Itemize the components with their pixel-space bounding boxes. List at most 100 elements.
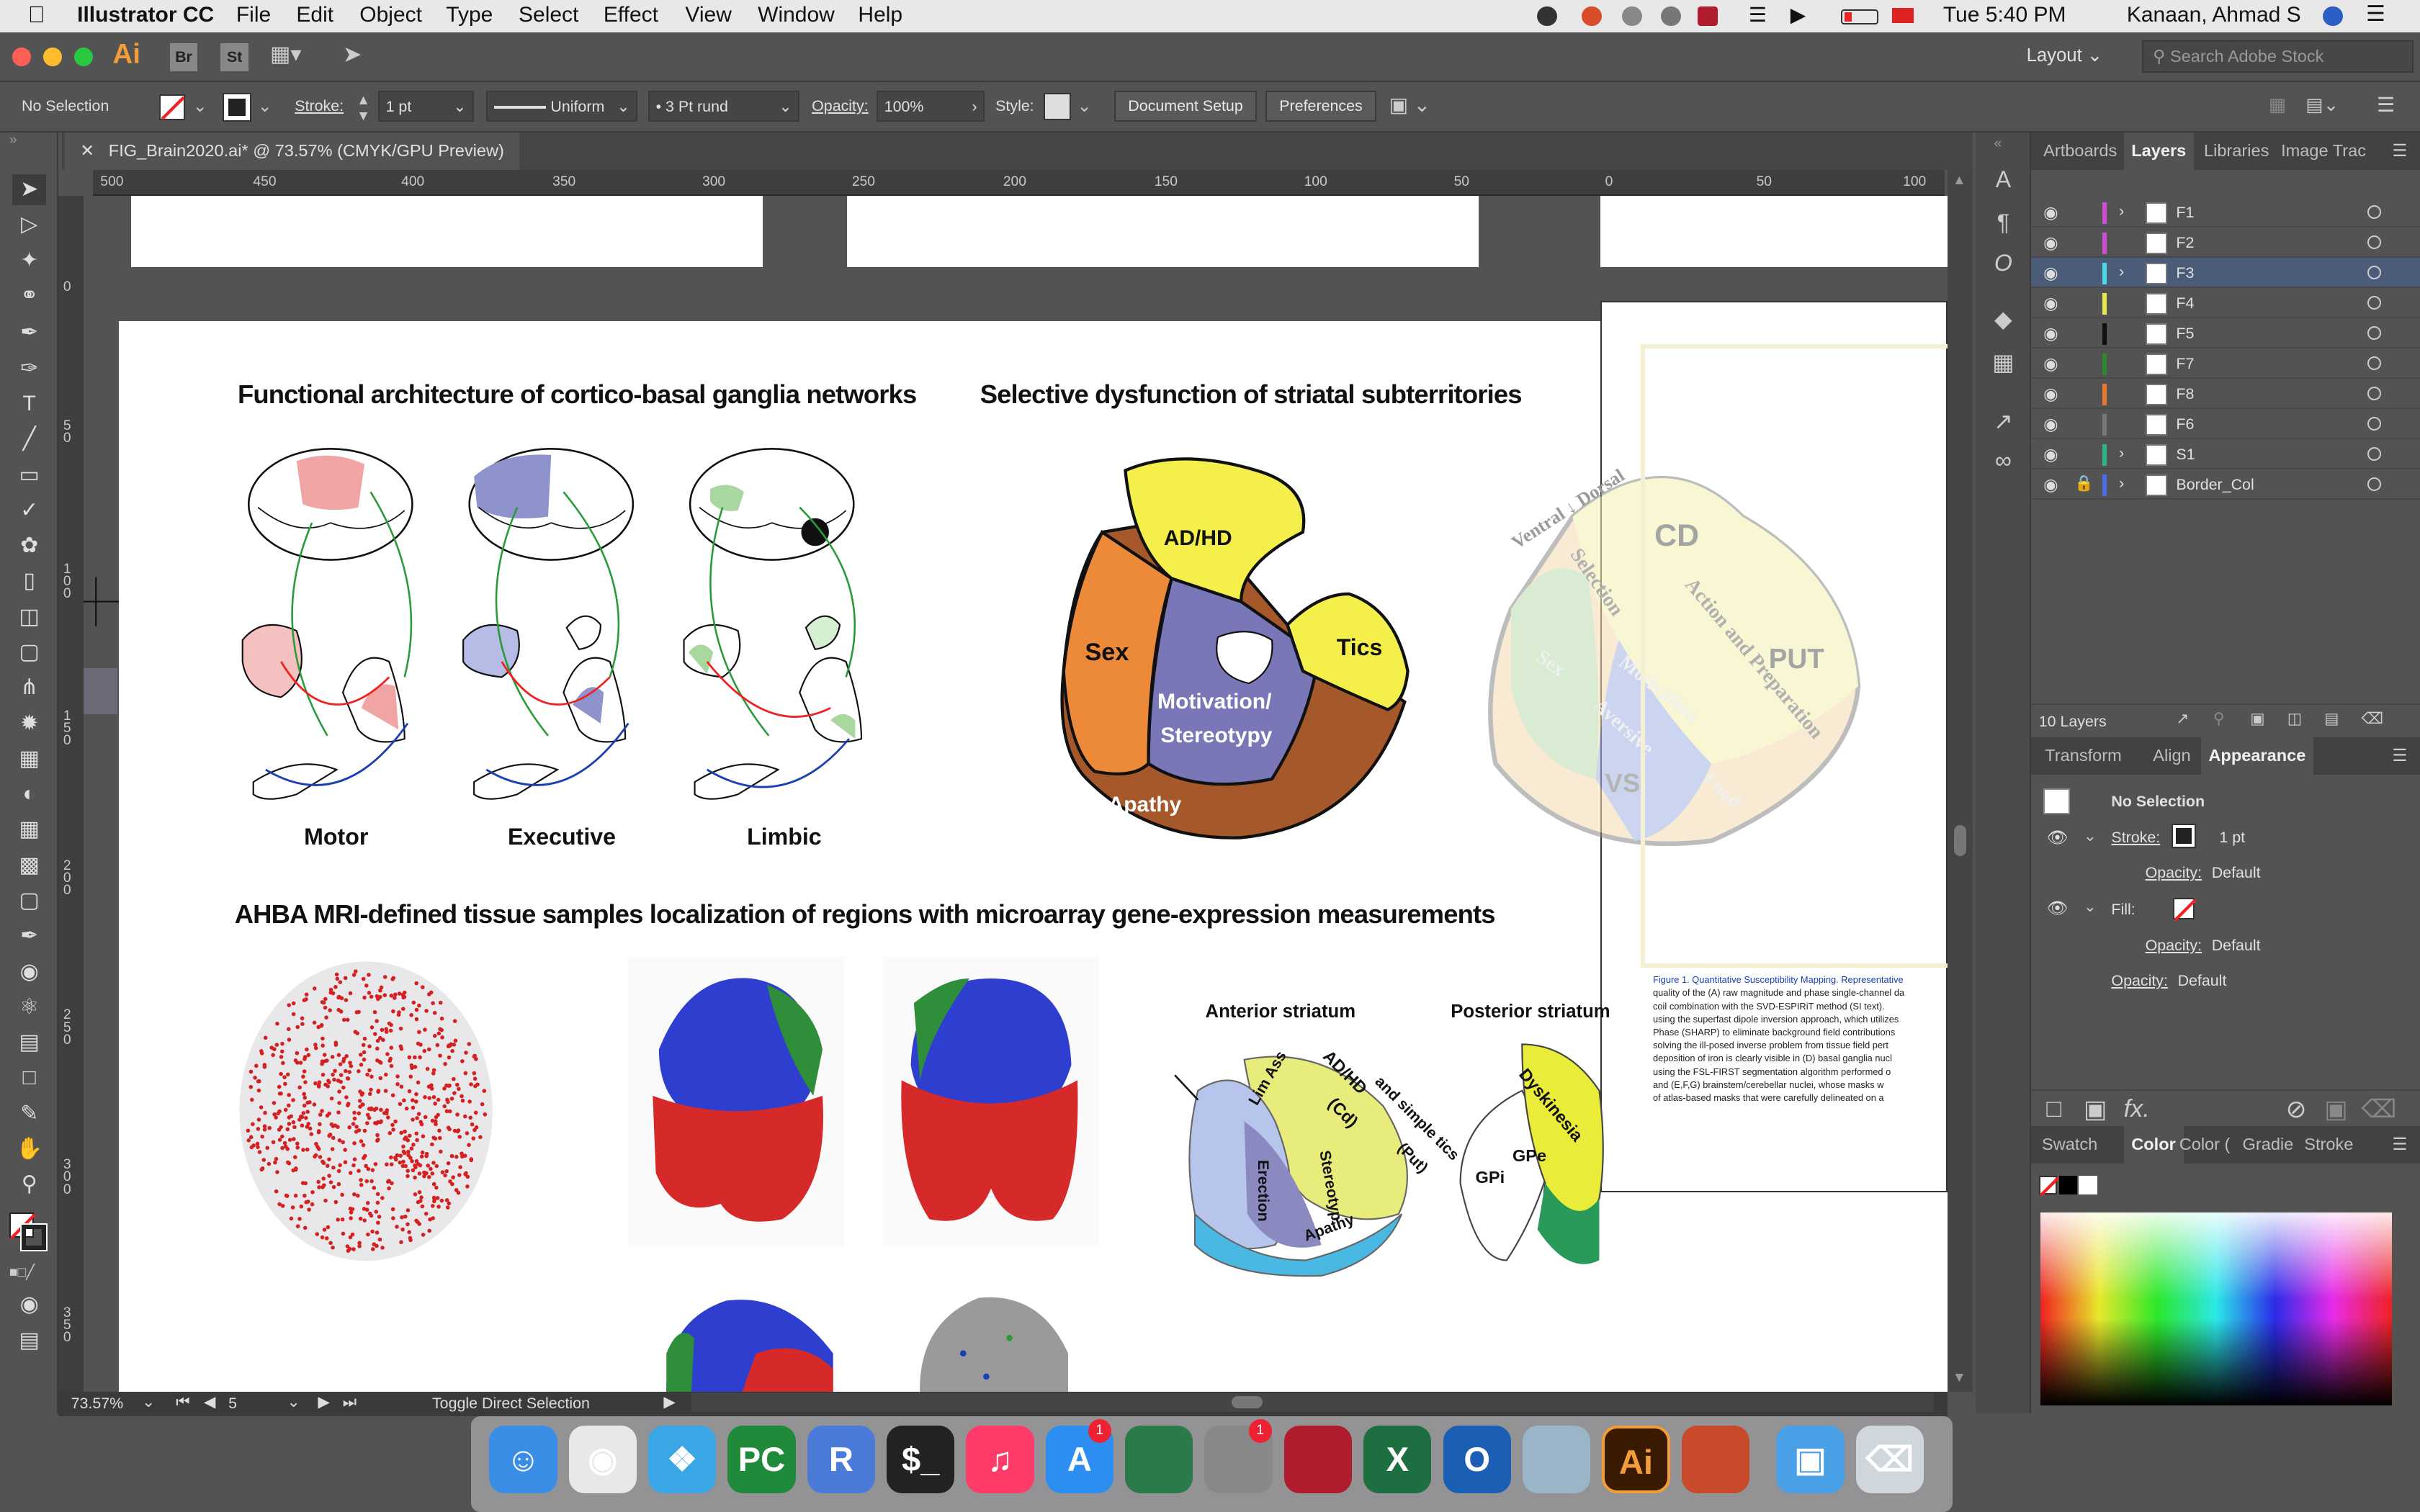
paintbrush-tool-icon[interactable]: ✓ <box>12 495 46 526</box>
tab-swatches[interactable]: Swatch <box>2034 1126 2105 1163</box>
stroke-dropdown-icon[interactable]: ⌄ <box>258 96 272 116</box>
label-tics[interactable]: Tics <box>1337 634 1383 661</box>
screen-mode-icon[interactable]: ▤ <box>12 1326 46 1356</box>
layer-name[interactable]: S1 <box>2176 446 2195 464</box>
lock-icon[interactable]: 🔒 <box>2074 474 2094 492</box>
gpu-performance-icon[interactable]: ➤ <box>343 40 362 68</box>
label-motor[interactable]: Motor <box>304 824 368 850</box>
shape-builder-tool-icon[interactable]: ◐ <box>12 779 46 810</box>
chrome-dock-icon[interactable]: ◉ <box>568 1425 637 1494</box>
slice-tool-icon[interactable]: ✎ <box>12 1099 46 1130</box>
brain-dock-icon[interactable] <box>1681 1425 1749 1494</box>
target-icon[interactable] <box>2367 446 2382 462</box>
appearance-fill-swatch[interactable] <box>2173 898 2197 922</box>
trash-dock-icon[interactable]: ⌫ <box>1855 1425 1924 1494</box>
flag-icon[interactable] <box>1892 7 1914 24</box>
striatum-render-1[interactable] <box>628 956 845 1247</box>
stroke-label[interactable]: Stroke: <box>295 97 344 115</box>
magic-wand-tool-icon[interactable]: ✦ <box>12 246 46 276</box>
label-adhd[interactable]: AD/HD <box>1164 526 1232 551</box>
tissue-sample-scatter[interactable] <box>235 957 497 1266</box>
tab-layers[interactable]: Layers <box>2123 132 2194 170</box>
figure-caption[interactable]: Figure 1. Quantitative Susceptibility Ma… <box>1653 973 1946 1104</box>
eraser-tool-icon[interactable]: ▯ <box>12 566 46 597</box>
label-limbic[interactable]: Limbic <box>747 824 822 850</box>
new-layer-icon[interactable]: ▤ <box>2324 710 2339 728</box>
layer-name[interactable]: F8 <box>2176 385 2194 403</box>
zoom-dropdown-icon[interactable]: ⌄ <box>142 1393 155 1411</box>
visibility-eye-icon[interactable]: ◉ <box>2043 384 2065 404</box>
artboard-top-2[interactable] <box>847 196 1479 267</box>
figure-title-3[interactable]: AHBA MRI-defined tissue samples localiza… <box>235 899 1496 930</box>
label-executive[interactable]: Executive <box>508 824 616 850</box>
scale-tool-icon[interactable]: ▢ <box>12 637 46 668</box>
visibility-eye-icon[interactable]: ◉ <box>2043 202 2065 222</box>
target-icon[interactable] <box>2367 356 2382 371</box>
wifi-icon[interactable]: ☰ <box>1749 3 1767 27</box>
menu-window[interactable]: Window <box>758 3 835 27</box>
striatum-render-4[interactable] <box>917 1292 1071 1392</box>
rectangle-tool-icon[interactable]: ▭ <box>12 460 46 491</box>
battery-icon[interactable] <box>1841 9 1878 25</box>
layers-menu-icon[interactable]: ☰ <box>2392 140 2407 161</box>
delete-item-icon[interactable]: ⌫ <box>2362 1095 2396 1124</box>
tab-libraries[interactable]: Libraries <box>2196 132 2277 169</box>
horizontal-scrollbar[interactable] <box>691 1392 1934 1412</box>
symbol-sprayer-tool-icon[interactable]: ⚛ <box>12 992 46 1023</box>
mendeley-dock-icon[interactable] <box>1283 1425 1353 1494</box>
opacity-field[interactable]: 100% › <box>877 91 985 122</box>
safari-dock-icon[interactable]: ❖ <box>647 1425 717 1494</box>
collapse-strip-icon[interactable]: « <box>1994 136 2002 152</box>
search-stock-field[interactable]: ⚲ Search Adobe Stock <box>2142 40 2414 73</box>
menu-select[interactable]: Select <box>519 3 578 27</box>
anterior-striatum-label[interactable]: Anterior striatum <box>1206 1002 1356 1022</box>
post-gpi-label[interactable]: GPi <box>1476 1168 1505 1187</box>
app-menu[interactable]: Illustrator CC <box>77 3 214 27</box>
transform-icon[interactable]: ▣ ⌄ <box>1389 93 1430 117</box>
export-panel-icon[interactable]: ↗ <box>1988 408 2019 438</box>
variable-width-profile[interactable]: Uniform ⌄ <box>486 91 637 122</box>
menu-help[interactable]: Help <box>858 3 902 27</box>
tab-image-trace[interactable]: Image Trac <box>2273 132 2373 169</box>
visibility-eye-icon[interactable]: ◉ <box>2043 414 2065 434</box>
siri-icon[interactable] <box>2323 6 2343 27</box>
reflect-tool-icon[interactable]: ◫ <box>12 602 46 633</box>
target-icon[interactable] <box>2367 265 2382 280</box>
pen-tool-icon[interactable]: ✒ <box>12 318 46 348</box>
mesh-tool-icon[interactable]: ▩ <box>12 850 46 881</box>
draw-mode-icon[interactable]: ◉ <box>12 1290 46 1320</box>
expand-layer-icon[interactable]: › <box>2119 263 2124 281</box>
layer-row[interactable]: ◉ › S1 <box>2031 439 2420 470</box>
links-panel-icon[interactable]: ∞ <box>1988 447 2019 478</box>
fill-dropdown-icon[interactable]: ⌄ <box>193 96 207 116</box>
arrange-documents-icon[interactable]: ▦▾ <box>270 42 301 67</box>
fill-stroke-indicator[interactable] <box>9 1212 48 1251</box>
appearance-stroke-value[interactable]: 1 pt <box>2219 829 2245 847</box>
zoom-level[interactable]: 73.57% <box>71 1395 124 1413</box>
black-swatch[interactable] <box>2058 1175 2078 1194</box>
prev-artboard-icon[interactable]: ◀ <box>204 1393 215 1411</box>
striatum-render-2[interactable] <box>882 956 1099 1247</box>
ant-erection-label[interactable]: Erection <box>1254 1160 1272 1222</box>
clock[interactable]: Tue 5:40 PM <box>1943 3 2066 27</box>
fill-opacity-label[interactable]: Opacity: <box>2146 937 2202 955</box>
selection-tool-icon[interactable]: ➤ <box>12 174 47 205</box>
perspective-grid-tool-icon[interactable]: ▦ <box>12 814 46 845</box>
user-name[interactable]: Kanaan, Ahmad S <box>2127 3 2301 27</box>
target-icon[interactable] <box>2367 477 2382 492</box>
scroll-down-icon[interactable]: ▼ <box>1953 1370 1966 1386</box>
zoom-tool-icon[interactable]: ⚲ <box>12 1169 46 1200</box>
clear-appearance-icon[interactable]: ⊘ <box>2286 1095 2307 1124</box>
tray-vpn-icon[interactable] <box>1660 6 1681 27</box>
workspace-switcher[interactable]: Layout ⌄ <box>2027 45 2103 66</box>
bridge-button[interactable]: Br <box>169 43 198 71</box>
layer-row[interactable]: ◉ F2 <box>2031 228 2420 258</box>
layer-row[interactable]: ◉ F7 <box>2031 348 2420 379</box>
layer-name[interactable]: F7 <box>2176 355 2194 373</box>
first-artboard-icon[interactable]: ⏮ <box>176 1393 189 1411</box>
visibility-eye-icon[interactable]: ◉ <box>2043 323 2065 343</box>
style-dropdown-icon[interactable]: ⌄ <box>1077 96 1092 116</box>
add-stroke-icon[interactable]: □ <box>2046 1095 2061 1123</box>
close-tab-icon[interactable]: ✕ <box>80 141 94 160</box>
lasso-tool-icon[interactable]: ⚭ <box>12 281 46 312</box>
